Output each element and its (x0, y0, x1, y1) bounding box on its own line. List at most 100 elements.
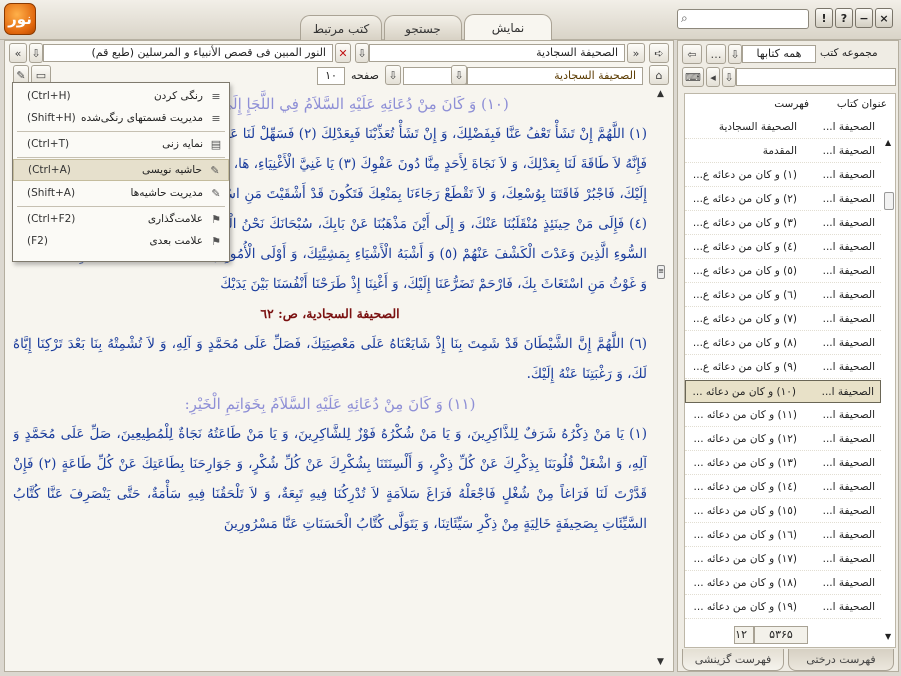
collection-down-button[interactable]: ⇩ (728, 44, 742, 64)
menu-shortcut: (Ctrl+H) (27, 90, 71, 102)
search-input[interactable] (696, 11, 806, 27)
page-number-field[interactable]: ۱۰ (317, 67, 345, 85)
toc-row[interactable]: الصحیفة ا... الصحیفة السجادیة (685, 116, 881, 139)
close-button[interactable]: × (875, 8, 893, 28)
toc-scroll-up-icon[interactable]: ▲ (885, 138, 891, 147)
alert-button[interactable]: ! (815, 8, 833, 28)
manage-annotations-icon: ✎ (211, 186, 221, 200)
collection-label: مجموعه کتب (820, 47, 878, 59)
menu-item-indexing[interactable]: (Ctrl+T) نمایه زنی ▤ (13, 133, 229, 155)
tag-button[interactable]: ⌂ (649, 65, 669, 85)
filter-input[interactable] (736, 68, 896, 86)
book-field[interactable]: الصحیفة السجادیة (369, 44, 625, 62)
toc-row-book: الصحیفة ا... (822, 289, 875, 301)
toc-row-title: (١٦) و كان من دعائه ... (693, 529, 797, 541)
more-button[interactable]: … (706, 44, 726, 64)
tab-tree-toc[interactable]: فهرست درختی (788, 649, 894, 671)
toc-scroll-down-icon[interactable]: ▼ (885, 632, 891, 641)
text-scrollbar[interactable]: ▲ ≡ ▼ (653, 89, 671, 669)
related-book-field[interactable]: النور المبین فی قصص الأنبیاء و المرسلین … (43, 44, 333, 62)
toc-row[interactable]: الصحیفة ا... (١٧) و كان من دعائه ... (685, 548, 881, 571)
toc-row[interactable]: الصحیفة ا... (١١) و كان من دعائه ... (685, 404, 881, 427)
menu-divider (17, 206, 225, 207)
toc-row[interactable]: الصحیفة ا... (١٦) و كان من دعائه ... (685, 524, 881, 547)
toc-row[interactable]: الصحیفة ا... (٧) و كان من دعائه ع... (685, 308, 881, 331)
menu-item-highlight[interactable]: (Ctrl+H) رنگی کردن ≡ (13, 85, 229, 107)
toc-row[interactable]: الصحیفة ا... (٦) و كان من دعائه ع... (685, 284, 881, 307)
tab-search-label: جستجو (405, 21, 441, 36)
menu-item-annotate[interactable]: (Ctrl+A) حاشیه نویسی ✎ (13, 159, 229, 181)
toc-row[interactable]: الصحیفة ا... (٤) و كان من دعائه ع... (685, 236, 881, 259)
toc-row[interactable]: الصحیفة ا... (١٠) و كان من دعائه ... (685, 380, 881, 403)
toc-row-book: الصحیفة ا... (822, 481, 875, 493)
toc-row-book: الصحیفة ا... (822, 121, 875, 133)
go-button[interactable]: ➪ (649, 43, 669, 63)
history-down-button[interactable]: ⇩ (29, 43, 43, 63)
search-box[interactable]: ⌕ (677, 9, 809, 29)
toc-row[interactable]: الصحیفة ا... (١٣) و كان من دعائه ... (685, 452, 881, 475)
menu-label: نمایه زنی (162, 138, 203, 150)
page-down-button[interactable]: ⇩ (385, 65, 401, 85)
side-go-button[interactable]: ⇦ (682, 44, 702, 64)
toc-row-title: (١٤) و كان من دعائه ... (693, 481, 797, 493)
toc-row-book: الصحیفة ا... (822, 529, 875, 541)
scroll-down-icon[interactable]: ▼ (657, 657, 664, 667)
toc-row-title: (٩) و كان من دعائه ع... (692, 361, 797, 373)
arrow-down-icon-3: ⇩ (388, 68, 398, 82)
menu-shortcut: (Ctrl+T) (27, 138, 70, 150)
toc-row[interactable]: الصحیفة ا... (٩) و كان من دعائه ع... (685, 356, 881, 379)
close-icon: ✕ (338, 46, 348, 60)
toc-row[interactable]: الصحیفة ا... (١٩) و كان من دعائه ... (685, 596, 881, 619)
page-next-button[interactable]: ⇩ (451, 65, 467, 85)
toc-scrollbar[interactable]: ▲ ▼ (883, 138, 895, 644)
menu-item-manage-annotations[interactable]: (Shift+A) مدیریت حاشیه‌ها ✎ (13, 182, 229, 204)
menu-item-bookmark[interactable]: (Ctrl+F2) علامت‌گذاری ⚑ (13, 208, 229, 230)
toc-row-book: الصحیفة ا... (822, 193, 875, 205)
menu-divider (17, 131, 225, 132)
tab-selective-toc[interactable]: فهرست گزینشی (682, 649, 784, 671)
highlight-icon: ≡ (211, 89, 221, 103)
app-logo-text: نور (8, 10, 32, 28)
tab-search[interactable]: جستجو (384, 15, 462, 41)
toc-row[interactable]: الصحیفة ا... (١) و كان من دعائه ع... (685, 164, 881, 187)
collection-select[interactable]: همه کتابها (742, 45, 816, 63)
side-down-button[interactable]: ⇩ (722, 67, 736, 87)
toc-row-title: (٤) و كان من دعائه ع... (692, 241, 797, 253)
help-button[interactable]: ? (835, 8, 853, 28)
menu-item-next-bookmark[interactable]: (F2) علامت بعدی ⚑ (13, 230, 229, 252)
toc-row[interactable]: الصحیفة ا... (١٢) و كان من دعائه ... (685, 428, 881, 451)
scroll-thumb[interactable]: ≡ (657, 265, 665, 279)
toc-row-title: (١) و كان من دعائه ع... (692, 169, 797, 181)
nav-forward-button[interactable]: « (9, 43, 27, 63)
tab-display-active[interactable]: نمایش (464, 14, 552, 40)
toc-scroll-thumb[interactable] (884, 192, 894, 210)
toc-row-book: الصحیفة ا... (822, 145, 875, 157)
toc-row[interactable]: الصحیفة ا... (٨) و كان من دعائه ع... (685, 332, 881, 355)
toc-row[interactable]: الصحیفة ا... المقدمة (685, 140, 881, 163)
toc-row-book: الصحیفة ا... (822, 577, 875, 589)
toc-row-book: الصحیفة ا... (822, 505, 875, 517)
toc-row[interactable]: الصحیفة ا... (١٥) و كان من دعائه ... (685, 500, 881, 523)
toc-row[interactable]: الصحیفة ا... (٣) و كان من دعائه ع... (685, 212, 881, 235)
nav-back-button[interactable]: » (627, 43, 645, 63)
toc-row-book: الصحیفة ا... (822, 409, 875, 421)
minimize-button[interactable]: − (855, 8, 873, 28)
menu-item-manage-highlights[interactable]: (Shift+H) مدیریت قسمتهای رنگی‌شده ≡ (13, 107, 229, 129)
side-prev-button[interactable]: ◂ (706, 67, 720, 87)
scroll-up-icon[interactable]: ▲ (657, 89, 664, 99)
close-related-button[interactable]: ✕ (335, 43, 351, 63)
tab-related-books[interactable]: کتب مرتبط (300, 15, 382, 41)
search-icon: ⌕ (681, 11, 688, 25)
toc-row[interactable]: الصحیفة ا... (١٨) و كان من دعائه ... (685, 572, 881, 595)
double-chevron-right-icon: » (632, 46, 640, 60)
toc-row[interactable]: الصحیفة ا... (١٤) و كان من دعائه ... (685, 476, 881, 499)
toc-row-title: الصحیفة السجادیة (718, 121, 797, 133)
toc-row[interactable]: الصحیفة ا... (٢) و كان من دعائه ع... (685, 188, 881, 211)
toc-row-title: (١٨) و كان من دعائه ... (693, 577, 797, 589)
annotate-icon: ✎ (210, 163, 220, 177)
keyboard-button[interactable]: ⌨ (682, 67, 704, 87)
toc-row-title: (١١) و كان من دعائه ... (693, 409, 797, 421)
history-down-button-2[interactable]: ⇩ (355, 43, 369, 63)
section-field[interactable]: الصحيفة السجادية (467, 67, 643, 85)
toc-row[interactable]: الصحیفة ا... (٥) و كان من دعائه ع... (685, 260, 881, 283)
